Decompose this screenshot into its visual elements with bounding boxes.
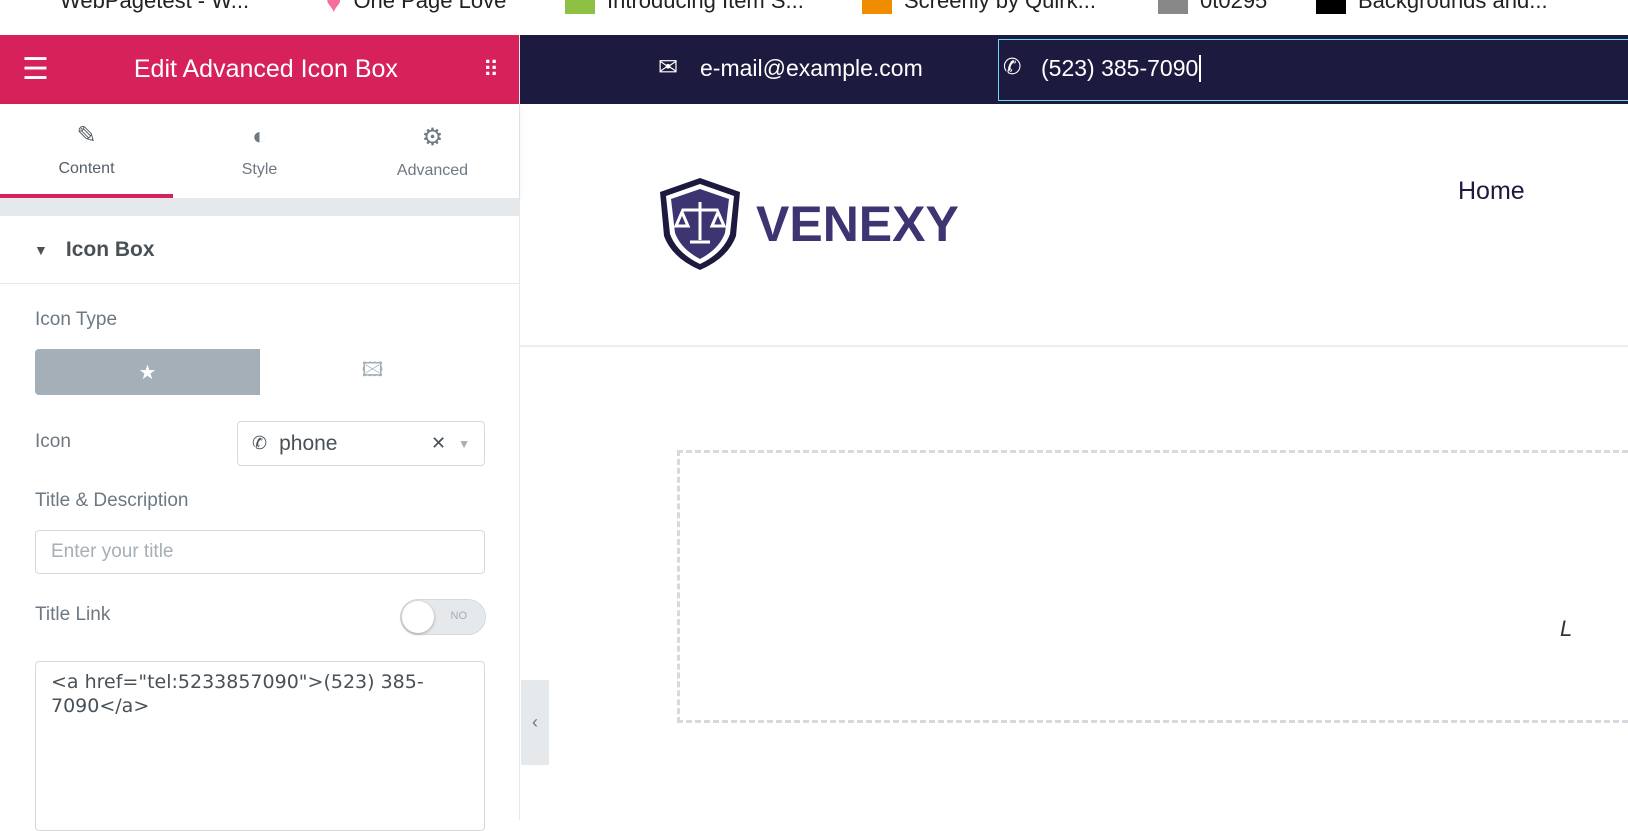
tab-label: Content: [58, 159, 115, 177]
phone-icon: ✆: [1003, 54, 1022, 79]
icon-select[interactable]: ✆ phone ✕ ▼: [237, 421, 485, 466]
star-icon: ★: [138, 361, 157, 384]
editor-panel: ☰ Edit Advanced Icon Box ⠿ ✎ Content ◐ Sty…: [0, 35, 520, 831]
bookmark-icon: [1158, 0, 1188, 14]
panel-tabs: ✎ Content ◐ Style ⚙ Advanced: [0, 104, 519, 198]
bookmark[interactable]: 0t0295: [1158, 0, 1267, 14]
toggle-label: NO: [450, 610, 468, 622]
pencil-icon: ✎: [76, 121, 97, 149]
site-topbar: ✉ e-mail@example.com ✆ (523) 385-7090: [520, 35, 1628, 104]
panel-title: Edit Advanced Icon Box: [133, 55, 398, 83]
tab-label: Advanced: [396, 161, 469, 179]
icon-type-label: Icon Type: [35, 309, 118, 330]
image-icon: 🖾: [361, 359, 384, 381]
section-title: Icon Box: [65, 237, 155, 261]
empty-section-placeholder[interactable]: [677, 450, 1628, 723]
section-icon-box[interactable]: ▼ Icon Box: [0, 216, 519, 284]
contrast-icon: ◐: [252, 123, 267, 150]
tab-advanced[interactable]: ⚙ Advanced: [346, 104, 519, 198]
title-input[interactable]: [35, 530, 485, 574]
chevron-left-icon: ‹: [532, 712, 538, 732]
icon-label: Icon: [35, 431, 71, 452]
tab-style[interactable]: ◐ Style: [173, 104, 346, 198]
header-divider: [520, 345, 1628, 347]
tab-label: Style: [241, 161, 278, 178]
chevron-down-icon: ▼: [458, 436, 470, 451]
bookmark-label: Backgrounds and...: [1358, 0, 1548, 13]
title-link-label: Title Link: [35, 604, 111, 625]
title-link-toggle[interactable]: NO: [400, 599, 486, 635]
icon-select-value: phone: [279, 431, 338, 455]
clear-icon[interactable]: ✕: [431, 433, 446, 454]
bookmark-label: 0t0295: [1200, 0, 1268, 13]
bookmark[interactable]: Introducing Item S...: [565, 0, 804, 14]
bookmark-icon: [1316, 0, 1346, 14]
bookmark-label: WebPagetest - W...: [60, 0, 250, 13]
heart-icon: ♥: [326, 0, 342, 18]
bookmark-icon: [565, 0, 595, 14]
site-logo[interactable]: VENEXY: [658, 176, 959, 272]
bookmarks-bar: WebPagetest - W... ♥ One Page Love Introd…: [0, 0, 1628, 35]
phone-text[interactable]: (523) 385-7090: [1041, 55, 1202, 82]
icon-type-image-option[interactable]: 🖾: [260, 349, 485, 395]
cut-text: L: [1560, 616, 1573, 641]
bookmark-label: Introducing Item S...: [607, 0, 804, 13]
title-description-label: Title & Description: [35, 490, 189, 511]
gear-icon: ⚙: [421, 123, 444, 151]
envelope-icon: ✉: [658, 54, 679, 81]
bookmark-label: One Page Love: [353, 0, 507, 13]
bookmark[interactable]: WebPagetest - W...: [28, 0, 249, 14]
icon-type-toggle: ★ 🖾: [35, 349, 485, 395]
widgets-grid-icon[interactable]: ⠿: [483, 57, 499, 83]
nav-home[interactable]: Home: [1458, 177, 1525, 206]
description-textarea[interactable]: <a href="tel:5233857090">(523) 385-7090<…: [35, 661, 485, 831]
icon-type-icon-option[interactable]: ★: [35, 349, 260, 395]
phone-icon: ✆: [252, 433, 268, 453]
bookmark[interactable]: Backgrounds and...: [1316, 0, 1548, 14]
bookmark[interactable]: ♥ One Page Love: [326, 0, 507, 18]
bookmark-icon: [28, 0, 48, 14]
collapse-panel-button[interactable]: ‹: [521, 680, 549, 765]
shield-scales-icon: [660, 178, 740, 270]
bookmark[interactable]: Screenly by Quirk...: [862, 0, 1096, 14]
bookmark-label: Screenly by Quirk...: [904, 0, 1096, 13]
bookmark-icon: [862, 0, 892, 14]
panel-header: ☰ Edit Advanced Icon Box ⠿: [0, 35, 519, 104]
phone-icon-box[interactable]: ✆ (523) 385-7090: [998, 39, 1628, 101]
logo-text: VENEXY: [756, 196, 959, 252]
caret-down-icon: ▼: [34, 241, 48, 258]
hamburger-menu-icon[interactable]: ☰: [22, 52, 49, 87]
tab-content[interactable]: ✎ Content: [0, 104, 173, 198]
email-text[interactable]: e-mail@example.com: [700, 55, 923, 82]
